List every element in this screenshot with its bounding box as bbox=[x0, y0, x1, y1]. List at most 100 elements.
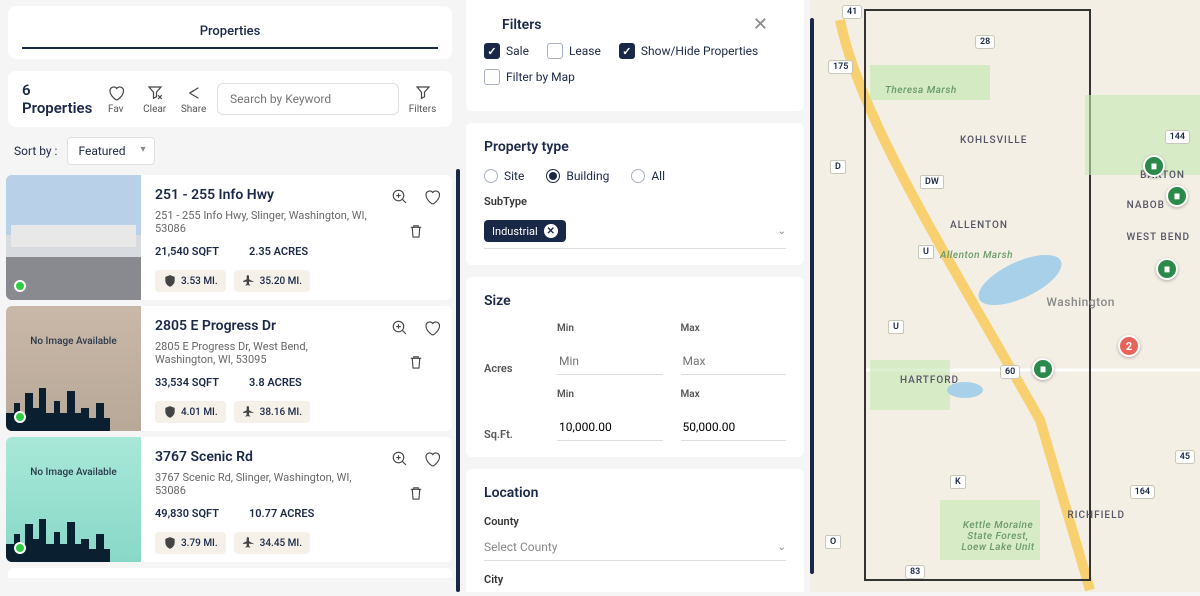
plane-icon bbox=[242, 536, 256, 550]
checkbox-showhide[interactable]: Show/Hide Properties bbox=[619, 43, 758, 59]
property-address: 3767 Scenic Rd, Slinger, Washington, WI,… bbox=[155, 471, 370, 497]
distance-badge: 34.45 MI. bbox=[234, 532, 310, 554]
heart-icon bbox=[423, 319, 441, 337]
route-marker: 175 bbox=[828, 60, 853, 74]
property-card[interactable]: No Image Available 2805 E Progress Dr 28… bbox=[6, 306, 452, 431]
route-marker: 45 bbox=[1175, 450, 1195, 464]
radio-all[interactable]: All bbox=[631, 169, 665, 183]
acres-max-input[interactable] bbox=[681, 348, 787, 375]
tab-bar: Properties bbox=[8, 6, 452, 59]
building-photo bbox=[6, 175, 141, 300]
filters-button[interactable]: Filters bbox=[407, 84, 438, 115]
chevron-down-icon: ⌄ bbox=[778, 542, 786, 553]
checkbox-filter-by-map[interactable]: Filter by Map bbox=[484, 69, 575, 85]
property-sqft: 49,830 SQFT bbox=[155, 507, 219, 520]
map-pin[interactable] bbox=[1143, 155, 1165, 177]
status-dot bbox=[14, 542, 26, 554]
map-left-accent bbox=[810, 18, 814, 574]
property-list[interactable]: 251 - 255 Info Hwy 251 - 255 Info Hwy, S… bbox=[0, 169, 460, 592]
no-image-label: No Image Available bbox=[30, 336, 116, 347]
map-label: KOHLSVILLE bbox=[960, 135, 1027, 146]
distance-badge: 3.79 MI. bbox=[155, 532, 226, 554]
share-icon bbox=[185, 84, 203, 102]
distance-badge: 4.01 MI. bbox=[155, 401, 226, 423]
map-pin[interactable] bbox=[1032, 358, 1054, 380]
clear-button[interactable]: Clear bbox=[139, 84, 170, 115]
checkbox-sale[interactable]: Sale bbox=[484, 43, 529, 59]
sort-label: Sort by : bbox=[14, 144, 57, 158]
location-section: Location County Select County ⌄ City bbox=[466, 469, 804, 592]
map-cluster[interactable]: 2 bbox=[1118, 335, 1140, 357]
shield-icon bbox=[163, 274, 177, 288]
status-dot bbox=[14, 411, 26, 423]
shield-icon bbox=[163, 536, 177, 550]
county-label: County bbox=[484, 515, 786, 528]
no-image-label: No Image Available bbox=[30, 467, 116, 478]
delete-button[interactable] bbox=[404, 350, 428, 374]
size-section: Size MinMax Acres MinMax Sq.Ft. bbox=[466, 277, 804, 457]
sqft-max-input[interactable] bbox=[681, 414, 787, 441]
property-title: 2805 E Progress Dr bbox=[155, 318, 370, 334]
property-title: 251 - 255 Info Hwy bbox=[155, 187, 370, 203]
map-canvas bbox=[810, 0, 1200, 592]
map-label: Washington bbox=[1046, 295, 1115, 309]
results-panel: Properties 6 Properties Fav Clear Share … bbox=[0, 0, 460, 592]
favorite-button[interactable] bbox=[420, 185, 444, 209]
acres-label: Acres bbox=[484, 362, 539, 375]
map-pin[interactable] bbox=[1166, 185, 1188, 207]
search-input[interactable] bbox=[217, 83, 399, 115]
close-filters-button[interactable]: ✕ bbox=[753, 14, 768, 35]
building-icon bbox=[1172, 191, 1182, 201]
sort-row: Sort by : Featured bbox=[0, 133, 460, 169]
tab-properties[interactable]: Properties bbox=[22, 16, 438, 49]
route-marker: DW bbox=[920, 175, 944, 189]
plane-icon bbox=[242, 405, 256, 419]
zoom-button[interactable] bbox=[388, 185, 412, 209]
property-card[interactable]: 251 - 255 Info Hwy 251 - 255 Info Hwy, S… bbox=[6, 175, 452, 300]
building-icon bbox=[1149, 161, 1159, 171]
favorite-button[interactable] bbox=[420, 447, 444, 471]
heart-icon bbox=[423, 450, 441, 468]
zoom-button[interactable] bbox=[388, 316, 412, 340]
county-select[interactable]: Select County ⌄ bbox=[484, 534, 786, 561]
remove-tag-icon[interactable]: ✕ bbox=[544, 224, 558, 238]
sqft-min-input[interactable] bbox=[557, 414, 663, 441]
results-header: 6 Properties Fav Clear Share Filters bbox=[8, 71, 452, 127]
fav-button[interactable]: Fav bbox=[100, 84, 131, 115]
route-marker: 28 bbox=[975, 35, 995, 49]
skyline-icon bbox=[6, 514, 141, 562]
checkbox-lease[interactable]: Lease bbox=[547, 43, 601, 59]
building-icon bbox=[1038, 364, 1048, 374]
map-pin[interactable] bbox=[1156, 258, 1178, 280]
subtype-select[interactable]: Industrial✕ ⌄ bbox=[484, 214, 786, 249]
radio-building[interactable]: Building bbox=[546, 169, 609, 183]
favorite-button[interactable] bbox=[420, 316, 444, 340]
filters-panel: Filters ✕ Sale Lease Show/Hide Propertie… bbox=[460, 0, 810, 592]
acres-min-input[interactable] bbox=[557, 348, 663, 375]
radio-site[interactable]: Site bbox=[484, 169, 524, 183]
share-button[interactable]: Share bbox=[178, 84, 209, 115]
delete-button[interactable] bbox=[404, 219, 428, 243]
property-sqft: 33,534 SQFT bbox=[155, 376, 219, 389]
magnify-plus-icon bbox=[391, 319, 409, 337]
map[interactable]: Theresa Marsh KOHLSVILLE BARTON NABOB AL… bbox=[810, 0, 1200, 592]
subtype-tag[interactable]: Industrial✕ bbox=[484, 220, 566, 242]
property-sqft: 21,540 SQFT bbox=[155, 245, 219, 258]
distance-badge: 3.53 MI. bbox=[155, 270, 226, 292]
route-marker: U bbox=[888, 320, 904, 334]
route-marker: 83 bbox=[905, 565, 925, 579]
property-card[interactable]: No Image Available 3767 Scenic Rd 3767 S… bbox=[6, 437, 452, 562]
zoom-button[interactable] bbox=[388, 447, 412, 471]
property-type-section: Property type Site Building All SubType … bbox=[466, 123, 804, 265]
heart-icon bbox=[423, 188, 441, 206]
map-label: WEST BEND bbox=[1127, 232, 1190, 243]
delete-button[interactable] bbox=[404, 481, 428, 505]
route-marker: 164 bbox=[1130, 485, 1155, 499]
plane-icon bbox=[242, 274, 256, 288]
map-label: NABOB bbox=[1127, 200, 1165, 211]
filters-title: Filters bbox=[502, 17, 541, 33]
route-marker: 144 bbox=[1165, 130, 1190, 144]
sort-select[interactable]: Featured bbox=[67, 137, 154, 165]
route-marker: O bbox=[825, 535, 841, 549]
building-icon bbox=[1162, 264, 1172, 274]
